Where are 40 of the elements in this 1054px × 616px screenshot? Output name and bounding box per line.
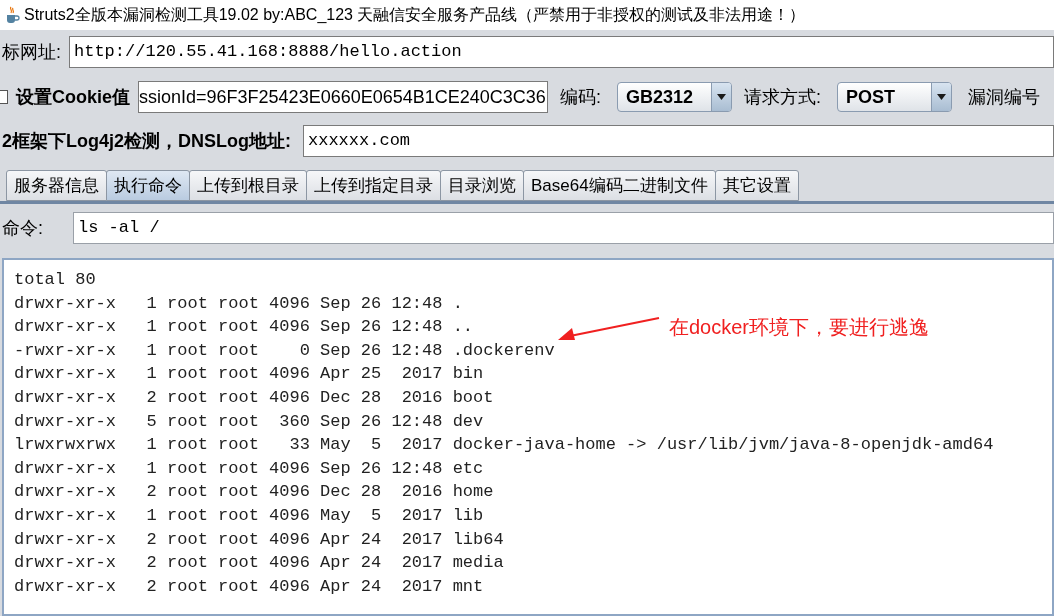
dropdown-arrow-icon [717, 94, 727, 100]
dropdown-arrow-icon [937, 94, 947, 100]
url-field[interactable]: http://120.55.41.168:8888/hello.action [69, 36, 1054, 68]
output-line: lrwxrwxrwx 1 root root 33 May 5 2017 docker-java-home -> /usr/lib/jvm/java-8-openjdk-amd64 [14, 434, 994, 457]
output-line: drwxr-xr-x 1 root root 4096 May 5 2017 lib [14, 504, 484, 527]
tab[interactable]: Base64编码二进制文件 [523, 170, 716, 201]
tab[interactable]: 执行命令 [106, 170, 190, 201]
output-line: drwxr-xr-x 2 root root 4096 Apr 24 2017 media [14, 552, 504, 575]
output-line: drwxr-xr-x 1 root root 4096 Apr 25 2017 bin [14, 363, 484, 386]
method-dropdown[interactable]: POST [837, 82, 953, 112]
window-title: Struts2全版本漏洞检测工具19.02 by:ABC_123 天融信安全服务产品线（严禁用于非授权的测试及非法用途！） [24, 5, 806, 25]
output-line: drwxr-xr-x 1 root root 4096 Sep 26 12:48 .. [14, 316, 474, 339]
output-line: total 80 [14, 269, 96, 291]
field-label: 请求方式: [744, 85, 822, 109]
command-field[interactable]: ls -al / [73, 212, 1054, 244]
output-line: drwxr-xr-x 5 root root 360 Sep 26 12:48 dev [14, 410, 484, 433]
coffee-cup-icon [4, 6, 20, 24]
tab[interactable]: 其它设置 [714, 170, 799, 201]
output-line: drwxr-xr-x 2 root root 4096 Apr 24 2017 mnt [14, 575, 484, 598]
field-label: 命令: [2, 216, 43, 240]
tab[interactable]: 上传到指定目录 [306, 170, 441, 201]
output-line: drwxr-xr-x 2 root root 4096 Dec 28 2016 home [14, 481, 494, 504]
field-label: 标网址: [2, 40, 61, 64]
annotation-text: 在docker环境下，要进行逃逸 [669, 315, 930, 340]
arrow-icon [556, 316, 660, 342]
output-line: drwxr-xr-x 1 root root 4096 Sep 26 12:48 . [14, 292, 463, 315]
dnslog-field[interactable]: xxxxxx.com [303, 125, 1054, 157]
tab[interactable]: 服务器信息 [6, 170, 107, 201]
output-line: drwxr-xr-x 1 root root 4096 Sep 26 12:48 etc [14, 457, 484, 480]
field-label: 编码: [560, 85, 602, 109]
tab[interactable]: 上传到根目录 [189, 170, 307, 201]
field-label: 漏洞编号 [968, 85, 1041, 109]
output-line: drwxr-xr-x 2 root root 4096 Apr 24 2017 lib64 [14, 528, 504, 551]
output-line: drwxr-xr-x 2 root root 4096 Dec 28 2016 boot [14, 386, 494, 409]
checkbox-label: 设置Cookie值 [16, 85, 130, 109]
field-label: 2框架下Log4j2检测，DNSLog地址: [2, 129, 291, 153]
output-line: -rwxr-xr-x 1 root root 0 Sep 26 12:48 .dockerenv [14, 339, 555, 362]
tab[interactable]: 目录浏览 [440, 170, 524, 201]
encoding-dropdown[interactable]: GB2312 [617, 82, 733, 112]
cookie-field[interactable]: ssionId=96F3F25423E0660E0654B1CE240C3C36 [138, 81, 548, 113]
